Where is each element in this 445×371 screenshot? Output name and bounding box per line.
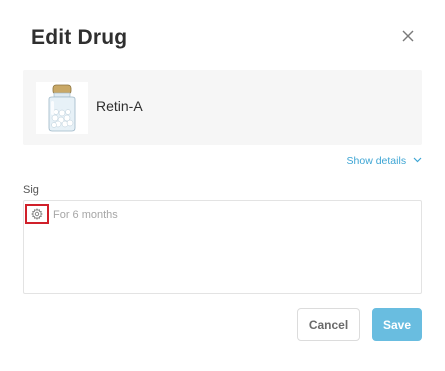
close-icon[interactable] xyxy=(399,27,417,45)
save-button[interactable]: Save xyxy=(372,308,422,341)
drug-card: Retin-A xyxy=(23,70,422,145)
sig-label: Sig xyxy=(23,184,39,196)
drug-name: Retin-A xyxy=(96,98,143,114)
pill-bottle-icon xyxy=(36,82,88,134)
gear-icon[interactable] xyxy=(25,204,49,224)
modal-title: Edit Drug xyxy=(31,26,128,49)
cancel-button[interactable]: Cancel xyxy=(297,308,360,341)
chevron-down-icon xyxy=(413,154,422,166)
sig-text: For 6 months xyxy=(53,209,118,221)
show-details-label: Show details xyxy=(346,155,407,167)
show-details-link[interactable]: Show details xyxy=(300,155,422,167)
sig-textarea[interactable]: For 6 months xyxy=(23,200,422,294)
edit-drug-modal: Edit Drug Retin-A Show details Sig For 6… xyxy=(0,0,445,371)
